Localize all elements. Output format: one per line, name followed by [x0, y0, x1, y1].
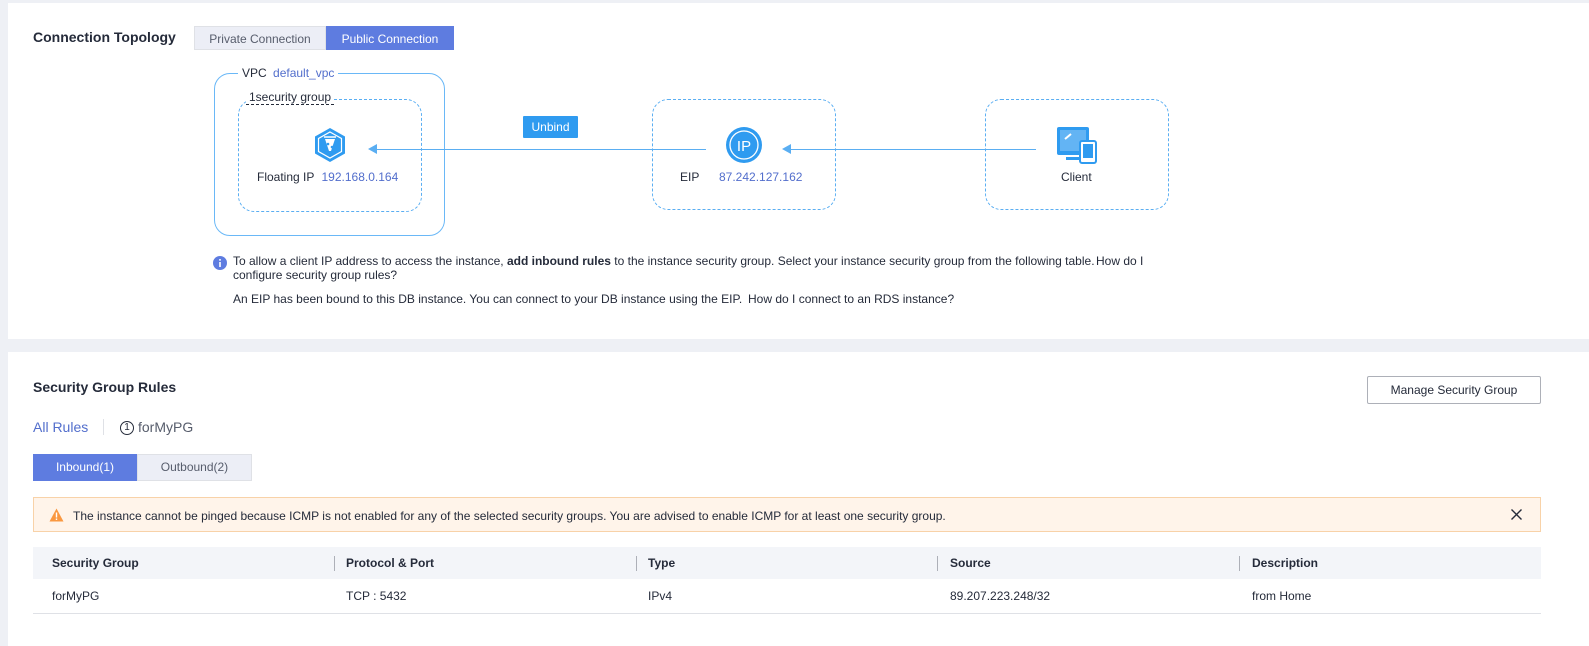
table-row-divider — [33, 613, 1541, 614]
eip-icon: IP — [725, 126, 763, 164]
column-divider — [1239, 556, 1240, 571]
unbind-button[interactable]: Unbind — [523, 116, 578, 138]
security-group-label[interactable]: 1security group — [246, 90, 335, 105]
topology-title: Connection Topology — [33, 29, 176, 45]
info-icon — [213, 256, 227, 270]
client-to-eip-arrowhead — [782, 144, 791, 154]
column-protocol-port: Protocol & Port — [346, 556, 435, 570]
client-icon — [1056, 126, 1098, 164]
inbound-rules-hint: To allow a client IP address to access t… — [233, 254, 1163, 268]
column-security-group: Security Group — [52, 556, 139, 570]
eip-icon-text: IP — [737, 138, 751, 155]
warning-icon — [49, 508, 64, 522]
eip-label: EIP — [680, 170, 700, 184]
tab-inbound[interactable]: Inbound(1) — [33, 454, 137, 481]
column-description: Description — [1252, 556, 1319, 570]
how-configure-link-line1[interactable]: How do I — [1096, 254, 1143, 268]
floating-ip-label: Floating IP — [257, 170, 315, 184]
info-bold: add inbound rules — [506, 254, 611, 268]
vpc-label: VPC — [242, 66, 267, 80]
floating-ip-value: 192.168.0.164 — [321, 170, 399, 184]
rules-table-header: Security Group Protocol & Port Type Sour… — [33, 547, 1541, 579]
cell-type: IPv4 — [648, 589, 673, 603]
column-source: Source — [950, 556, 991, 570]
how-connect-rds-link[interactable]: How do I connect to an RDS instance? — [748, 292, 954, 306]
close-icon[interactable] — [1510, 508, 1523, 521]
eip-value: 87.242.127.162 — [719, 170, 803, 184]
cell-protocol-port: TCP : 5432 — [346, 589, 407, 603]
tab-public-connection[interactable]: Public Connection — [326, 26, 454, 50]
how-configure-link-line2[interactable]: configure security group rules? — [233, 268, 397, 282]
cell-description: from Home — [1252, 589, 1312, 603]
vpc-name-link[interactable]: default_vpc — [273, 66, 334, 80]
column-divider — [334, 556, 335, 571]
column-type: Type — [648, 556, 676, 570]
info-suffix: to the instance security group. Select y… — [610, 254, 1095, 268]
floating-ip-caption: Floating IP 192.168.0.164 — [257, 170, 398, 184]
tab-private-connection[interactable]: Private Connection — [194, 26, 326, 50]
eip-bound-text: An EIP has been bound to this DB instanc… — [233, 292, 743, 306]
client-label: Client — [1061, 170, 1092, 184]
cell-source: 89.207.223.248/32 — [950, 589, 1051, 603]
filter-group-formypg[interactable]: forMyPG — [138, 419, 193, 435]
tab-outbound[interactable]: Outbound(2) — [137, 454, 252, 481]
group-count-badge: 1 — [120, 421, 134, 435]
manage-security-group-button[interactable]: Manage Security Group — [1367, 376, 1541, 404]
icmp-warning-text: The instance cannot be pinged because IC… — [73, 509, 946, 523]
column-divider — [937, 556, 938, 571]
info-prefix: To allow a client IP address to access t… — [233, 254, 507, 268]
eip-to-floating-arrowhead — [368, 144, 377, 154]
column-divider — [636, 556, 637, 571]
vpc-caption: VPC default_vpc — [238, 66, 339, 80]
filter-all-rules[interactable]: All Rules — [33, 419, 88, 435]
rules-title: Security Group Rules — [33, 379, 177, 395]
cell-security-group-link[interactable]: forMyPG — [52, 589, 99, 603]
floating-ip-icon — [312, 127, 348, 163]
filter-divider — [103, 419, 104, 435]
